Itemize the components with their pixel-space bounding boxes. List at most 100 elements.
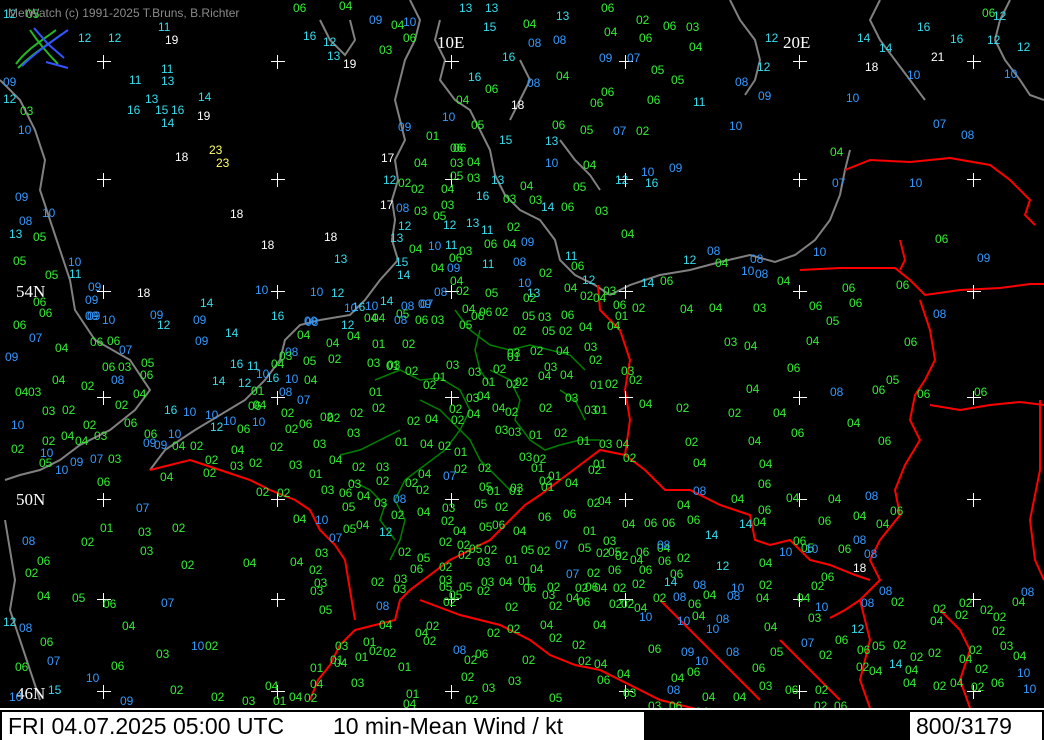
wind-station-value: 03	[94, 429, 108, 443]
wind-station-value: 18	[261, 238, 275, 252]
wind-station-value: 02	[572, 638, 586, 652]
wind-station-value: 01	[433, 370, 447, 384]
wind-station-value: 06	[608, 563, 622, 577]
wind-station-value: 04	[579, 320, 593, 334]
wind-station-value: 02	[458, 548, 472, 562]
wind-station-value: 04	[806, 334, 820, 348]
wind-station-value: 06	[658, 554, 672, 568]
wind-station-value: 03	[686, 20, 700, 34]
wind-station-value: 12	[383, 173, 397, 187]
wind-station-value: 04	[75, 434, 89, 448]
wind-station-value: 01	[577, 434, 591, 448]
wind-station-value: 18	[511, 98, 525, 112]
wind-station-value: 03	[118, 360, 132, 374]
wind-station-value: 06	[410, 562, 424, 576]
graticule-cross	[445, 685, 459, 699]
wind-station-value: 02	[980, 603, 994, 617]
wind-station-value: 01	[482, 375, 496, 389]
wind-station-value: 10	[442, 110, 456, 124]
parameter-label: 10 min-Mean Wind / kt	[332, 713, 564, 739]
wind-station-value: 06	[857, 643, 871, 657]
wind-station-value: 04	[133, 387, 147, 401]
wind-station-value: 02	[596, 546, 610, 560]
wind-station-value: 03	[565, 391, 579, 405]
wind-station-value: 10	[403, 15, 417, 29]
wind-station-value: 04	[450, 274, 464, 288]
wind-station-value: 18	[175, 150, 189, 164]
wind-station-value: 03	[108, 452, 122, 466]
wind-station-value: 07	[420, 297, 434, 311]
wind-station-value: 08	[864, 547, 878, 561]
wind-station-value: 02	[910, 650, 924, 664]
wind-station-value: 07	[566, 567, 580, 581]
wind-station-value: 02	[955, 608, 969, 622]
wind-station-value: 13	[9, 227, 23, 241]
wind-station-value: 02	[451, 413, 465, 427]
wind-station-value: 04	[347, 329, 361, 343]
wind-station-value: 04	[689, 40, 703, 54]
wind-station-value: 03	[379, 43, 393, 57]
wind-station-value: 09	[87, 309, 101, 323]
wind-station-value: 05	[343, 522, 357, 536]
wind-station-value: 06	[37, 554, 51, 568]
wind-station-value: 02	[477, 584, 491, 598]
wind-station-value: 02	[402, 337, 416, 351]
wind-station-value: 12	[443, 218, 457, 232]
wind-station-value: 03	[335, 639, 349, 653]
wind-station-value: 09	[15, 190, 29, 204]
wind-station-value: 03	[230, 459, 244, 473]
wind-station-value: 04	[265, 679, 279, 693]
wind-station-value: 03	[753, 301, 767, 315]
wind-station-value: 03	[477, 555, 491, 569]
wind-station-value: 04	[310, 677, 324, 691]
wind-station-value: 04	[593, 618, 607, 632]
wind-station-value: 14	[225, 326, 239, 340]
wind-station-value: 07	[443, 469, 457, 483]
wind-station-value: 06	[561, 200, 575, 214]
wind-station-value: 02	[461, 670, 475, 684]
wind-station-value: 04	[622, 517, 636, 531]
wind-station-value: 02	[372, 401, 386, 415]
wind-station-value: 04	[930, 614, 944, 628]
wind-station-value: 14	[664, 575, 678, 589]
wind-station-value: 02	[615, 549, 629, 563]
wind-station-value: 04	[467, 407, 481, 421]
wind-station-value: 04	[828, 492, 842, 506]
wind-station-value: 03	[724, 335, 738, 349]
wind-station-value: 10	[223, 414, 237, 428]
wind-station-value: 14	[397, 268, 411, 282]
wind-station-value: 02	[621, 597, 635, 611]
wind-station-value: 13	[327, 49, 341, 63]
wind-station-value: 21	[931, 50, 945, 64]
wind-station-value: 04	[441, 182, 455, 196]
wind-station-value: 06	[991, 676, 1005, 690]
wind-station-value: 12	[582, 273, 596, 287]
wind-station-value: 05	[872, 639, 886, 653]
wind-station-value: 12	[398, 219, 412, 233]
wind-station-value: 14	[739, 517, 753, 531]
wind-station-value: 02	[811, 579, 825, 593]
wind-station-value: 08	[396, 201, 410, 215]
wind-station-value: 18	[137, 286, 151, 300]
wind-station-value: 10	[86, 671, 100, 685]
wind-station-value: 01	[529, 428, 543, 442]
wind-station-value: 04	[773, 406, 787, 420]
wind-station-value: 03	[459, 244, 473, 258]
wind-station-value: 12	[210, 420, 224, 434]
wind-station-value: 18	[865, 60, 879, 74]
wind-station-value: 07	[627, 51, 641, 65]
wind-station-value: 09	[193, 313, 207, 327]
copyright-text: MetWatch (c) 1991-2025 T.Bruns, B.Richte…	[8, 6, 240, 20]
wind-station-value: 08	[111, 373, 125, 387]
wind-station-value: 02	[484, 543, 498, 557]
wind-station-value: 19	[197, 109, 211, 123]
wind-station-value: 04	[556, 69, 570, 83]
wind-station-value: 10	[344, 301, 358, 315]
wind-station-value: 04	[326, 336, 340, 350]
wind-station-value: 04	[556, 344, 570, 358]
wind-station-value: 07	[297, 393, 311, 407]
longitude-label-10e: 10E	[437, 33, 465, 52]
wind-station-value: 04	[122, 619, 136, 633]
wind-station-value: 02	[11, 442, 25, 456]
wind-station-value: 03	[1000, 639, 1014, 653]
